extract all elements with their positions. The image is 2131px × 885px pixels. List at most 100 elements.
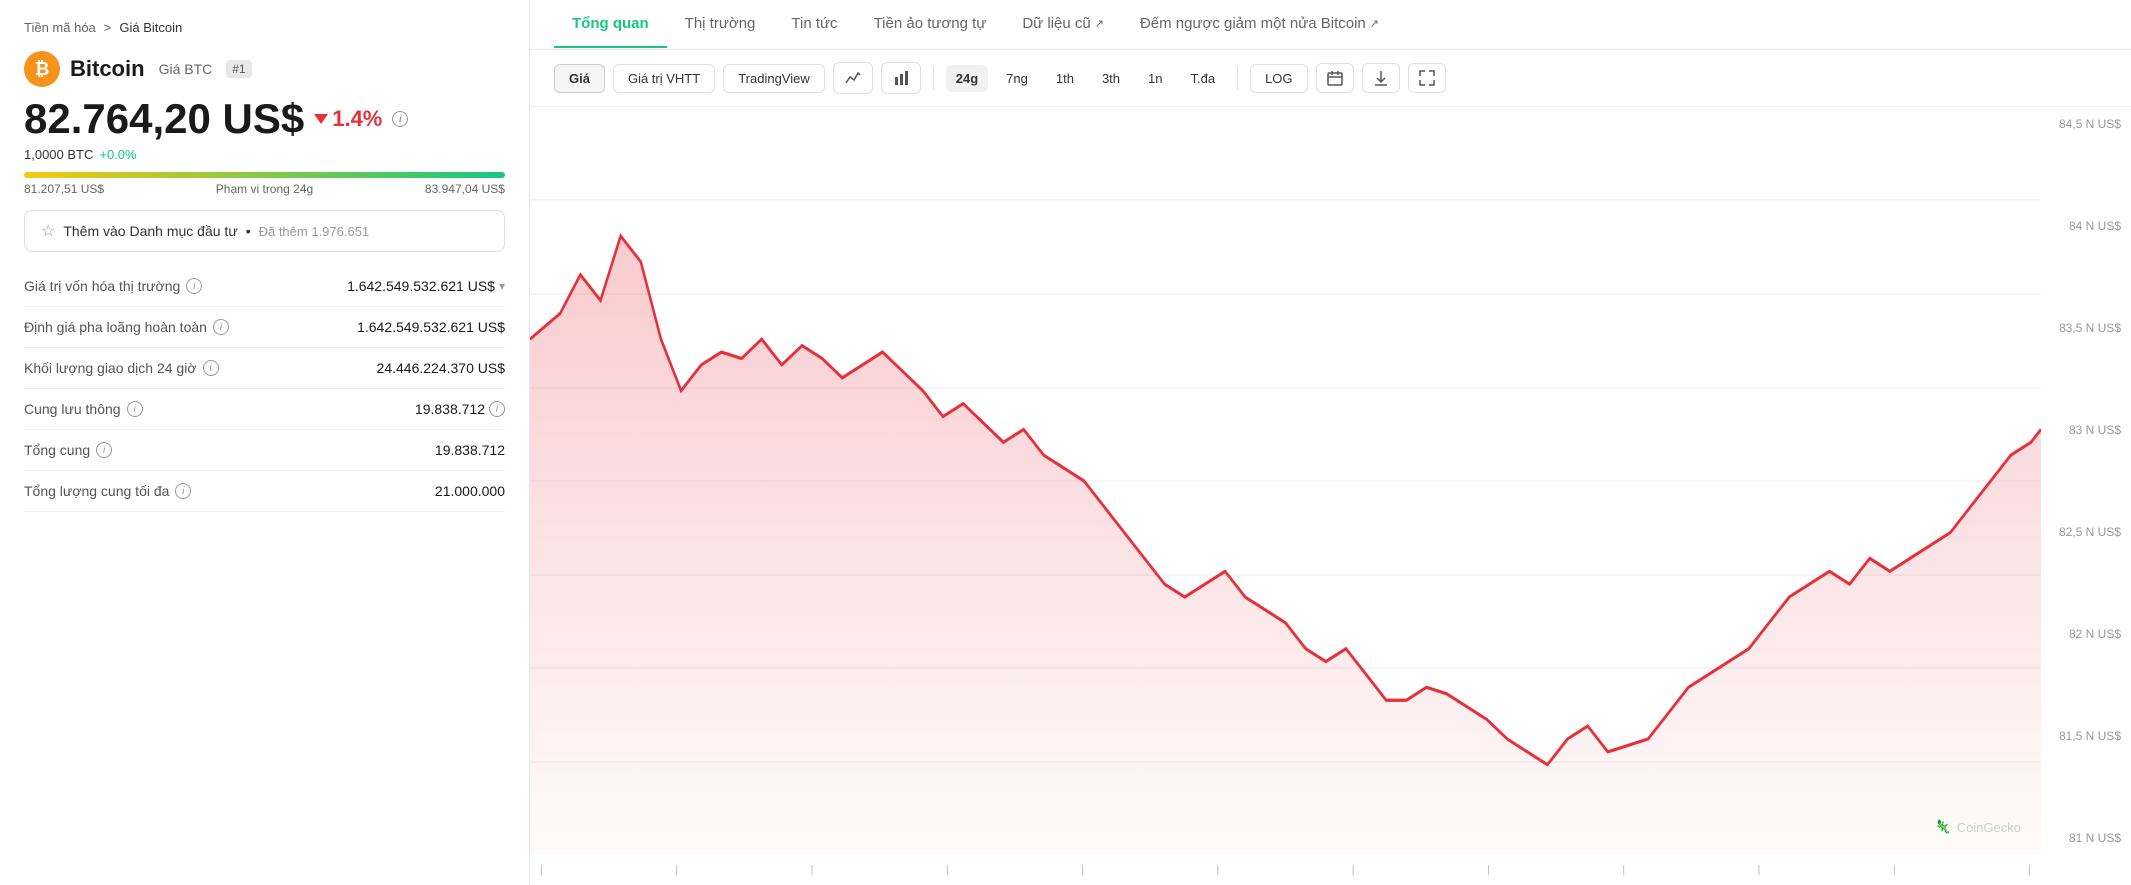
stat-fdv-info[interactable]: i (213, 319, 229, 335)
x-label-10: | (1758, 864, 1761, 876)
stat-fdv: Định giá pha loãng hoàn toàn i 1.642.549… (24, 307, 505, 348)
price-range-labels: 81.207,51 US$ Phạm vi trong 24g 83.947,0… (24, 182, 505, 196)
stat-max-supply-label: Tổng lượng cung tối đa i (24, 483, 191, 499)
stat-fdv-value: 1.642.549.532.621 US$ (357, 319, 505, 335)
x-label-9: | (1622, 864, 1625, 876)
coin-rank: #1 (226, 60, 251, 78)
tab-tien-ao[interactable]: Tiền ảo tương tự (856, 1, 1005, 48)
chart-type-vhtt[interactable]: Giá trị VHTT (613, 64, 715, 93)
chart-type-trading[interactable]: TradingView (723, 64, 825, 93)
chevron-down-icon[interactable]: ▾ (499, 279, 505, 293)
x-label-8: | (1487, 864, 1490, 876)
tab-du-lieu-cu[interactable]: Dữ liệu cũ ↗ (1004, 1, 1122, 48)
log-button[interactable]: LOG (1250, 64, 1307, 93)
time-btn-3th[interactable]: 3th (1092, 65, 1130, 92)
coingecko-watermark: 🦎 CoinGecko (1935, 819, 2022, 835)
chart-svg-container (530, 107, 2041, 855)
calendar-icon (1327, 70, 1343, 86)
stat-market-cap-label: Giá trị vốn hóa thị trường i (24, 278, 202, 294)
watchlist-button[interactable]: ☆ Thêm vào Danh mục đầu tư • Đã thêm 1.9… (24, 210, 505, 252)
stat-market-cap-info[interactable]: i (186, 278, 202, 294)
progress-bar-bg (24, 172, 505, 178)
breadcrumb-root[interactable]: Tiền mã hóa (24, 20, 96, 35)
breadcrumb: Tiền mã hóa > Giá Bitcoin (24, 20, 505, 35)
stat-volume-value: 24.446.224.370 US$ (377, 360, 505, 376)
y-label-8: 81 N US$ (2041, 831, 2121, 845)
x-label-7: | (1352, 864, 1355, 876)
line-chart-button[interactable] (833, 62, 873, 94)
coingecko-label: CoinGecko (1957, 820, 2021, 835)
price-change: 1.4% (314, 106, 382, 132)
price-change-value: 1.4% (332, 106, 382, 132)
chart-area: 84,5 N US$ 84 N US$ 83,5 N US$ 83 N US$ … (530, 107, 2131, 885)
time-btn-7ng[interactable]: 7ng (996, 65, 1038, 92)
stat-volume: Khối lượng giao dịch 24 giờ i 24.446.224… (24, 348, 505, 389)
external-link-icon: ↗ (1095, 17, 1104, 30)
stat-total-supply-info[interactable]: i (96, 442, 112, 458)
y-label-2: 84 N US$ (2041, 219, 2121, 233)
y-label-6: 82 N US$ (2041, 627, 2121, 641)
tab-tin-tuc[interactable]: Tin tức (773, 1, 855, 48)
price-display: 82.764,20 US$ 1.4% i (24, 95, 505, 143)
watchlist-count: Đã thêm 1.976.651 (259, 224, 370, 239)
x-label-11: | (1893, 864, 1896, 876)
bar-chart-button[interactable] (881, 62, 921, 94)
price-value: 82.764,20 US$ (24, 95, 304, 143)
stat-total-supply-value: 19.838.712 (435, 442, 505, 458)
x-label-2: | (675, 864, 678, 876)
breadcrumb-current: Giá Bitcoin (119, 20, 182, 35)
btc-amount: 1,0000 BTC (24, 147, 93, 162)
x-label-6: | (1216, 864, 1219, 876)
stats-table: Giá trị vốn hóa thị trường i 1.642.549.5… (24, 266, 505, 512)
chart-controls: Giá Giá trị VHTT TradingView 24g 7ng 1th… (530, 50, 2131, 107)
watchlist-label: Thêm vào Danh mục đầu tư (63, 223, 237, 239)
y-label-3: 83,5 N US$ (2041, 321, 2121, 335)
stat-max-supply: Tổng lượng cung tối đa i 21.000.000 (24, 471, 505, 512)
download-button[interactable] (1362, 63, 1400, 93)
stat-max-supply-value: 21.000.000 (435, 483, 505, 499)
stat-market-cap: Giá trị vốn hóa thị trường i 1.642.549.5… (24, 266, 505, 307)
time-btn-1th[interactable]: 1th (1046, 65, 1084, 92)
y-label-7: 81,5 N US$ (2041, 729, 2121, 743)
chart-type-gia[interactable]: Giá (554, 64, 605, 93)
time-btn-24g[interactable]: 24g (946, 65, 988, 92)
btc-sub: 1,0000 BTC +0.0% (24, 147, 505, 162)
price-info-icon[interactable]: i (392, 111, 408, 127)
x-label-1: | (540, 864, 543, 876)
calendar-button[interactable] (1316, 63, 1354, 93)
range-high: 83.947,04 US$ (425, 182, 505, 196)
expand-icon (1419, 70, 1435, 86)
breadcrumb-separator: > (104, 20, 112, 35)
stat-circulating-value: 19.838.712 i (415, 401, 505, 417)
tab-thi-truong[interactable]: Thị trường (667, 1, 774, 48)
tab-du-lieu-cu-label: Dữ liệu cũ (1022, 15, 1090, 32)
stat-circulating-info[interactable]: i (127, 401, 143, 417)
stat-volume-label: Khối lượng giao dịch 24 giờ i (24, 360, 219, 376)
price-chart-svg (530, 107, 2041, 855)
coin-header: ₿ Bitcoin Giá BTC #1 (24, 51, 505, 87)
watchlist-separator: • (246, 223, 251, 239)
range-low: 81.207,51 US$ (24, 182, 104, 196)
stat-circulating: Cung lưu thông i 19.838.712 i (24, 389, 505, 430)
stat-volume-info[interactable]: i (203, 360, 219, 376)
expand-button[interactable] (1408, 63, 1446, 93)
coin-logo: ₿ (24, 51, 60, 87)
y-label-1: 84,5 N US$ (2041, 117, 2121, 131)
stat-market-cap-value: 1.642.549.532.621 US$ ▾ (347, 278, 505, 294)
top-navigation: Tổng quan Thị trường Tin tức Tiền ảo tươ… (530, 0, 2131, 50)
btc-change: +0.0% (99, 147, 136, 162)
tab-dem-nguoc[interactable]: Đếm ngược giảm một nửa Bitcoin ↗ (1122, 1, 1397, 48)
x-axis: | | | | | | | | | | | | (530, 855, 2041, 885)
tab-tong-quan[interactable]: Tổng quan (554, 1, 667, 48)
y-axis: 84,5 N US$ 84 N US$ 83,5 N US$ 83 N US$ … (2041, 107, 2131, 855)
range-label: Phạm vi trong 24g (216, 182, 313, 196)
triangle-down-icon (314, 114, 328, 124)
y-label-4: 83 N US$ (2041, 423, 2121, 437)
stat-circulating-extra-info[interactable]: i (489, 401, 505, 417)
stat-max-supply-info[interactable]: i (175, 483, 191, 499)
coingecko-logo-icon: 🦎 (1935, 819, 1951, 835)
x-label-5: | (1081, 864, 1084, 876)
tab-dem-nguoc-label: Đếm ngược giảm một nửa Bitcoin (1140, 15, 1366, 32)
time-btn-tda[interactable]: T.đa (1180, 65, 1225, 92)
time-btn-1n[interactable]: 1n (1138, 65, 1172, 92)
